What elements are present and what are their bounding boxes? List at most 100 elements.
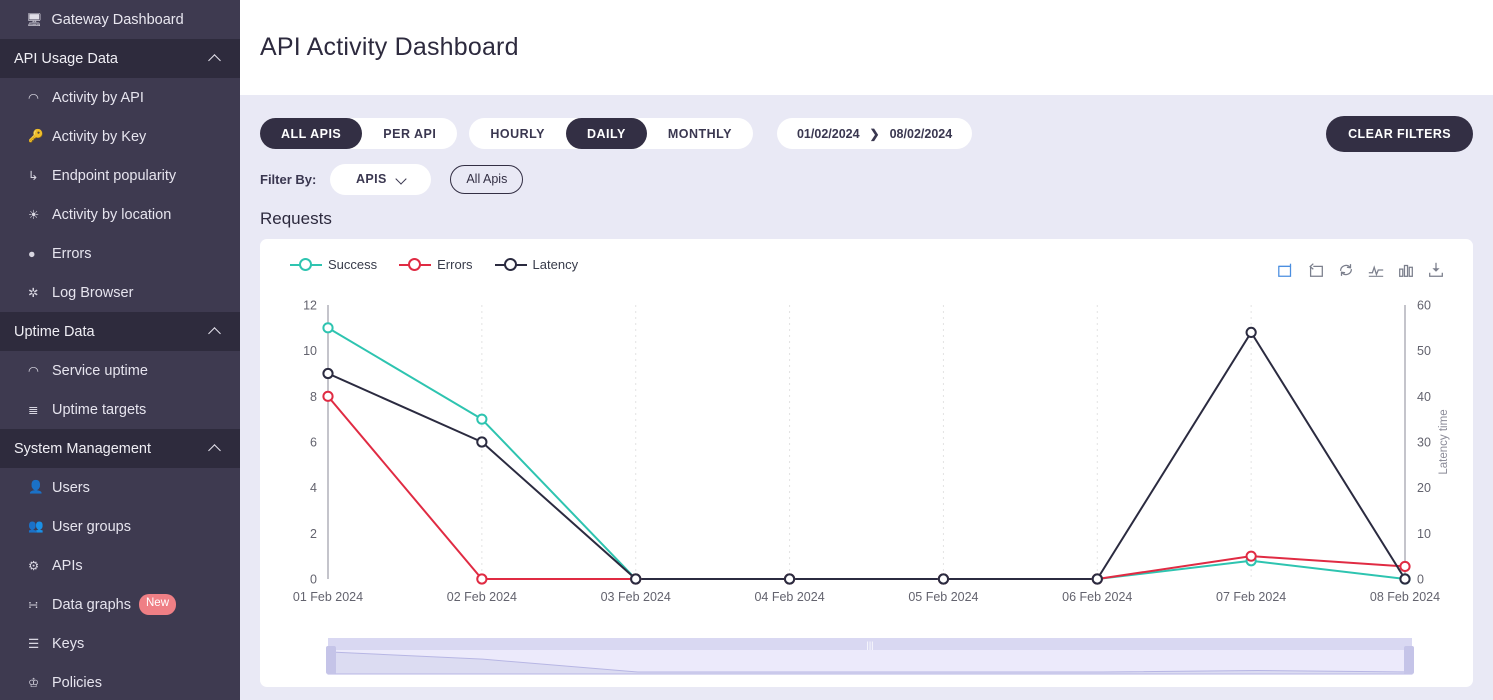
sidebar-item-service-uptime[interactable]: ◠ Service uptime (0, 351, 240, 390)
data-point[interactable] (323, 392, 332, 401)
data-point[interactable] (631, 574, 640, 583)
sidebar-item-activity-by-api[interactable]: ◠ Activity by API (0, 78, 240, 117)
series-line-errors (328, 396, 1405, 579)
users-icon: 👥 (28, 519, 45, 534)
filter-select-value: APIS (356, 172, 387, 186)
x-axis-tick: 04 Feb 2024 (754, 590, 824, 604)
requests-chart-card: Success Errors Latency (260, 239, 1473, 687)
y-axis-left-tick: 0 (310, 573, 317, 587)
sidebar-item-log-browser[interactable]: ✲ Log Browser (0, 273, 240, 312)
error-icon: ● (28, 247, 45, 261)
legend-item-errors[interactable]: Errors (399, 257, 472, 272)
data-point[interactable] (939, 574, 948, 583)
clear-filters-button[interactable]: CLEAR FILTERS (1326, 116, 1473, 152)
requests-line-chart[interactable]: 0246810120102030405060Latency time01 Feb… (260, 291, 1473, 631)
page-title: API Activity Dashboard (260, 33, 519, 62)
y-axis-right-tick: 40 (1417, 390, 1431, 404)
chart-icon: ◠ (28, 363, 45, 378)
sidebar-item-apis[interactable]: ⚙ APIs (0, 546, 240, 585)
y-axis-left-tick: 2 (310, 527, 317, 541)
data-point[interactable] (1247, 328, 1256, 337)
sidebar-item-uptime-targets[interactable]: ≣ Uptime targets (0, 390, 240, 429)
filter-select-apis[interactable]: APIS (330, 164, 431, 195)
tab-hourly[interactable]: HOURLY (469, 118, 566, 149)
tab-daily[interactable]: DAILY (566, 118, 647, 149)
filter-toolbar: ALL APIS PER API HOURLY DAILY MONTHLY 01… (260, 95, 1473, 155)
x-axis-tick: 06 Feb 2024 (1062, 590, 1132, 604)
data-point[interactable] (1093, 574, 1102, 583)
chevron-up-icon[interactable] (209, 442, 222, 455)
reset-zoom-icon[interactable] (1337, 261, 1355, 279)
x-axis-tick: 01 Feb 2024 (293, 590, 363, 604)
sidebar-item-user-groups[interactable]: 👥 User groups (0, 507, 240, 546)
y-axis-left-tick: 6 (310, 436, 317, 450)
tab-monthly[interactable]: MONTHLY (647, 118, 753, 149)
selection-zoom-icon[interactable] (1277, 261, 1295, 279)
y-axis-left-tick: 12 (303, 299, 317, 313)
section-title-requests: Requests (260, 209, 1473, 229)
sidebar-section-api-usage-data[interactable]: API Usage Data (0, 39, 240, 78)
data-point[interactable] (323, 323, 332, 332)
legend-item-success[interactable]: Success (290, 257, 377, 272)
sidebar-item-label: Endpoint popularity (52, 168, 176, 184)
y-axis-right-title: Latency time (1438, 409, 1450, 474)
sidebar-item-label: Keys (52, 636, 84, 652)
sidebar-item-endpoint-popularity[interactable]: ↳ Endpoint popularity (0, 156, 240, 195)
shield-icon: ♔ (28, 675, 45, 690)
series-line-latency (328, 332, 1405, 579)
tab-all-apis[interactable]: ALL APIS (260, 118, 362, 149)
range-handle-right[interactable] (1404, 646, 1414, 674)
sidebar-section-uptime-data[interactable]: Uptime Data (0, 312, 240, 351)
bug-icon: ✲ (28, 285, 45, 300)
data-point[interactable] (1400, 562, 1409, 571)
chart-range-slider[interactable]: ||| (260, 632, 1473, 687)
sidebar-item-label: APIs (52, 558, 83, 574)
sidebar-item-data-graphs[interactable]: ∺ Data graphs New (0, 585, 240, 624)
y-axis-left-tick: 4 (310, 481, 317, 495)
sidebar-item-label: Service uptime (52, 363, 148, 379)
sidebar-item-policies[interactable]: ♔ Policies (0, 663, 240, 700)
user-icon: 👤 (28, 480, 45, 495)
date-range-picker[interactable]: 01/02/2024 ❯ 08/02/2024 (777, 118, 972, 149)
sidebar-item-users[interactable]: 👤 Users (0, 468, 240, 507)
date-range-end: 08/02/2024 (890, 127, 953, 141)
data-point[interactable] (323, 369, 332, 378)
data-point[interactable] (785, 574, 794, 583)
sidebar-item-gateway-dashboard[interactable]: 🖥 Gateway Dashboard (0, 0, 240, 39)
data-point[interactable] (477, 437, 486, 446)
bar-chart-icon[interactable] (1397, 261, 1415, 279)
date-range-start: 01/02/2024 (797, 127, 860, 141)
page-header: API Activity Dashboard (240, 0, 1493, 95)
filter-chip-all-apis[interactable]: All Apis (450, 165, 523, 194)
chevron-up-icon[interactable] (209, 52, 222, 65)
main-content: API Activity Dashboard ALL APIS PER API … (240, 0, 1493, 700)
data-point[interactable] (477, 415, 486, 424)
zoom-out-icon[interactable] (1307, 261, 1325, 279)
legend-label: Success (328, 257, 377, 272)
content-area: ALL APIS PER API HOURLY DAILY MONTHLY 01… (240, 95, 1493, 700)
sidebar-item-activity-by-key[interactable]: 🔑 Activity by Key (0, 117, 240, 156)
tab-per-api[interactable]: PER API (362, 118, 457, 149)
legend-item-latency[interactable]: Latency (495, 257, 579, 272)
data-point[interactable] (1247, 552, 1256, 561)
y-axis-right-tick: 20 (1417, 481, 1431, 495)
x-axis-tick: 07 Feb 2024 (1216, 590, 1286, 604)
data-point[interactable] (1400, 574, 1409, 583)
nodes-icon: ∺ (28, 597, 45, 612)
y-axis-right-tick: 10 (1417, 527, 1431, 541)
sidebar-item-activity-by-location[interactable]: ☀ Activity by location (0, 195, 240, 234)
legend-label: Latency (533, 257, 579, 272)
line-chart-icon[interactable] (1367, 261, 1385, 279)
chart-toolbar (1277, 261, 1445, 279)
y-axis-right-tick: 60 (1417, 299, 1431, 313)
legend-marker-errors (399, 258, 431, 272)
status-badge: New (139, 594, 176, 615)
sidebar-item-errors[interactable]: ● Errors (0, 234, 240, 273)
range-handle-left[interactable] (326, 646, 336, 674)
sidebar-section-system-management[interactable]: System Management (0, 429, 240, 468)
chevron-up-icon[interactable] (209, 325, 222, 338)
sidebar-item-keys[interactable]: ☰ Keys (0, 624, 240, 663)
data-point[interactable] (477, 574, 486, 583)
range-slider-grip[interactable]: ||| (866, 640, 873, 650)
download-icon[interactable] (1427, 261, 1445, 279)
